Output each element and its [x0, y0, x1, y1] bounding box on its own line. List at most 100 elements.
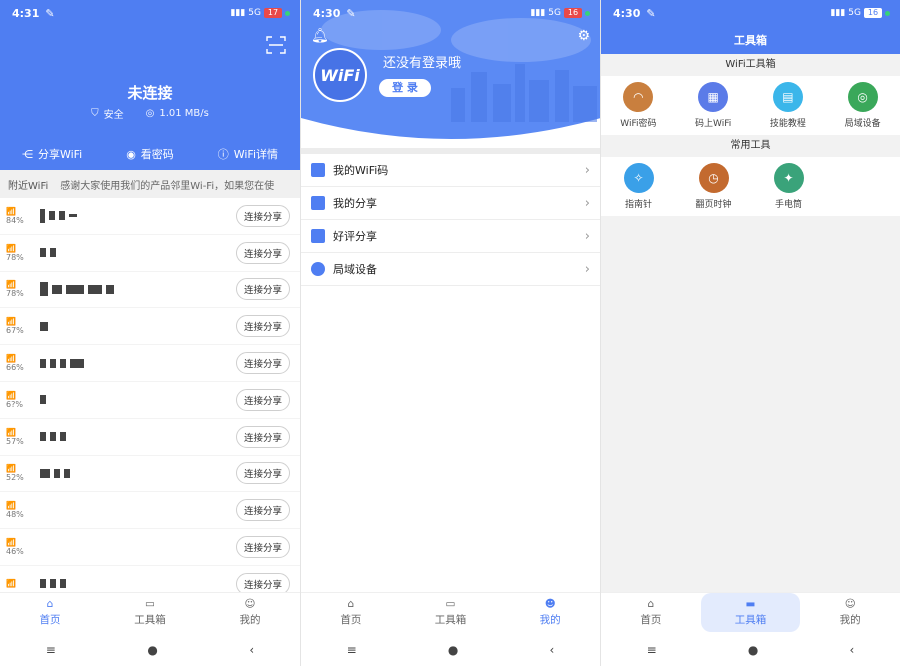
- nav-toolbox-label: 工具箱: [434, 614, 467, 626]
- wifi-row[interactable]: 📶 78% 连接分享: [0, 272, 300, 309]
- chevron-right-icon: ›: [584, 162, 590, 178]
- signal-icon: ▮▮▮: [830, 8, 846, 18]
- connect-share-button[interactable]: 连接分享: [235, 536, 290, 559]
- nav-home[interactable]: ⌂ 首页: [601, 593, 701, 632]
- wifi-icon: 📶: [6, 354, 16, 364]
- wifi-name-redacted: [30, 357, 236, 369]
- screen-home: 4:31 ✎ ▮▮▮ 5G 17 未连接 ⛉ 安全 ◎ 1.01 MB/s ⋲ 分享WiFi…: [0, 0, 300, 666]
- menu-label: 好评分享: [333, 230, 377, 243]
- wifi-name-redacted: [30, 320, 236, 332]
- status-dot-icon: [885, 10, 890, 16]
- connect-share-button[interactable]: 连接分享: [235, 425, 290, 448]
- login-prompt: 还没有登录哦: [383, 56, 462, 71]
- toolbox-icon: ▭: [445, 598, 456, 610]
- network-type: 5G: [848, 8, 861, 18]
- login-button[interactable]: 登 录: [379, 79, 431, 97]
- home-sys-icon[interactable]: ●: [748, 643, 758, 657]
- menu-sys-icon[interactable]: ≡: [46, 643, 56, 657]
- wifi-icon: 📶: [6, 579, 16, 589]
- view-password-button[interactable]: ◉ 看密码: [126, 146, 174, 162]
- menu-lan-devices[interactable]: 局域设备 ›: [301, 253, 600, 286]
- tool-lan-devices[interactable]: ◎ 局域设备: [825, 82, 900, 129]
- chevron-right-icon: ›: [584, 228, 590, 244]
- nav-toolbox[interactable]: ▭ 工具箱: [401, 593, 501, 632]
- battery-level: 16: [864, 8, 882, 18]
- home-sys-icon[interactable]: ●: [448, 643, 458, 657]
- nav-mine[interactable]: ☺ 我的: [800, 593, 900, 632]
- wifi-row[interactable]: 📶 57% 连接分享: [0, 419, 300, 456]
- tool-label: WiFi密码: [620, 119, 657, 129]
- flashlight-icon: ✦: [773, 163, 804, 193]
- nav-toolbox[interactable]: ▬ 工具箱: [700, 593, 801, 632]
- bottom-nav: ⌂ 首页 ▭ 工具箱 ☻ 我的: [301, 592, 600, 632]
- nav-home[interactable]: ⌂ 首页: [0, 593, 100, 632]
- system-nav: ≡ ● ‹: [601, 634, 900, 666]
- scan-icon[interactable]: [266, 36, 286, 54]
- wifi-row[interactable]: 📶 6?% 连接分享: [0, 382, 300, 419]
- status-bar: 4:30 ✎ ▮▮▮ 5G 16: [601, 0, 900, 26]
- connect-share-button[interactable]: 连接分享: [235, 241, 290, 264]
- status-icon: ✎: [45, 6, 55, 20]
- back-sys-icon[interactable]: ‹: [850, 643, 855, 657]
- toolbox-body: WiFi工具箱 ◠ WiFi密码 ▦ 码上WiFi ▤ 技能教程 ◎ 局域设备 常用工具…: [601, 54, 900, 592]
- wifi-tools-grid: ◠ WiFi密码 ▦ 码上WiFi ▤ 技能教程 ◎ 局域设备: [601, 76, 900, 135]
- connect-share-button[interactable]: 连接分享: [235, 388, 290, 411]
- connect-share-button[interactable]: 连接分享: [235, 462, 290, 485]
- toolbox-icon: ▭: [145, 598, 155, 610]
- connect-share-button[interactable]: 连接分享: [235, 278, 290, 301]
- tool-wifi-password[interactable]: ◠ WiFi密码: [601, 82, 676, 129]
- notice-marquee: 感谢大家使用我们的产品邻里Wi-Fi，如果您在使: [60, 180, 275, 192]
- toolbox-header: 4:30 ✎ ▮▮▮ 5G 16 工具箱: [601, 0, 900, 54]
- gear-icon[interactable]: ⚙: [577, 28, 590, 44]
- back-sys-icon[interactable]: ‹: [249, 643, 254, 657]
- home-icon: ⌂: [46, 598, 54, 610]
- menu-my-wifi-code[interactable]: 我的WiFi码 ›: [301, 154, 600, 187]
- wifi-signal: 66%: [6, 363, 24, 373]
- nearby-bar: 附近WiFi 感谢大家使用我们的产品邻里Wi-Fi，如果您在使: [0, 170, 300, 198]
- wifi-row[interactable]: 📶 48% 连接分享: [0, 492, 300, 530]
- menu-sys-icon[interactable]: ≡: [347, 643, 357, 657]
- qr-doc-icon: [311, 163, 325, 177]
- menu-sys-icon[interactable]: ≡: [647, 643, 657, 657]
- tool-tutorial[interactable]: ▤ 技能教程: [751, 82, 826, 129]
- bell-icon[interactable]: 🔔︎: [311, 28, 329, 44]
- wifi-details-button[interactable]: ⓘ WiFi详情: [218, 146, 278, 162]
- nav-home[interactable]: ⌂ 首页: [301, 593, 401, 632]
- connect-share-button[interactable]: 连接分享: [235, 204, 290, 227]
- tool-flashlight[interactable]: ✦ 手电筒: [751, 163, 826, 210]
- wifi-row[interactable]: 📶 46% 连接分享: [0, 529, 300, 566]
- share-wifi-button[interactable]: ⋲ 分享WiFi: [22, 146, 82, 162]
- back-sys-icon[interactable]: ‹: [550, 643, 555, 657]
- connect-share-button[interactable]: 连接分享: [235, 499, 290, 522]
- nav-mine-label: 我的: [539, 614, 561, 626]
- nav-mine[interactable]: ☺ 我的: [200, 593, 300, 632]
- tool-qr-wifi[interactable]: ▦ 码上WiFi: [676, 82, 751, 129]
- tool-flip-clock[interactable]: ◷ 翻页时钟: [676, 163, 751, 210]
- tool-label: 码上WiFi: [695, 119, 732, 129]
- connect-share-button[interactable]: 连接分享: [235, 352, 290, 375]
- menu-my-share[interactable]: 我的分享 ›: [301, 187, 600, 220]
- home-sys-icon[interactable]: ●: [147, 643, 157, 657]
- edit-icon: [311, 229, 325, 243]
- document-icon: ▤: [772, 82, 803, 112]
- network-type: 5G: [548, 8, 561, 18]
- system-nav: ≡ ● ‹: [301, 634, 600, 666]
- wifi-row[interactable]: 📶 84% 连接分享: [0, 198, 300, 235]
- nav-mine[interactable]: ☻ 我的: [500, 593, 600, 632]
- wifi-list: 📶 84% 连接分享 📶 78% 连接分享 📶 78% 连接分享 📶 67% 连接分享 📶 66%…: [0, 198, 300, 603]
- tool-compass[interactable]: ✧ 指南针: [601, 163, 676, 210]
- menu-review-share[interactable]: 好评分享 ›: [301, 220, 600, 253]
- nav-toolbox[interactable]: ▭ 工具箱: [100, 593, 200, 632]
- wifi-signal: 52%: [6, 473, 24, 483]
- wifi-row[interactable]: 📶 52% 连接分享: [0, 456, 300, 493]
- wifi-row[interactable]: 📶 67% 连接分享: [0, 308, 300, 346]
- connect-share-button[interactable]: 连接分享: [235, 315, 290, 338]
- page-title: 工具箱: [734, 34, 767, 47]
- battery-level: 17: [264, 8, 282, 18]
- eye-icon: ◉: [126, 147, 136, 161]
- tool-label: 手电筒: [774, 200, 802, 210]
- wifi-name-redacted: [30, 394, 236, 406]
- wifi-row[interactable]: 📶 66% 连接分享: [0, 345, 300, 382]
- wifi-name-redacted: [30, 541, 236, 553]
- wifi-row[interactable]: 📶 78% 连接分享: [0, 235, 300, 272]
